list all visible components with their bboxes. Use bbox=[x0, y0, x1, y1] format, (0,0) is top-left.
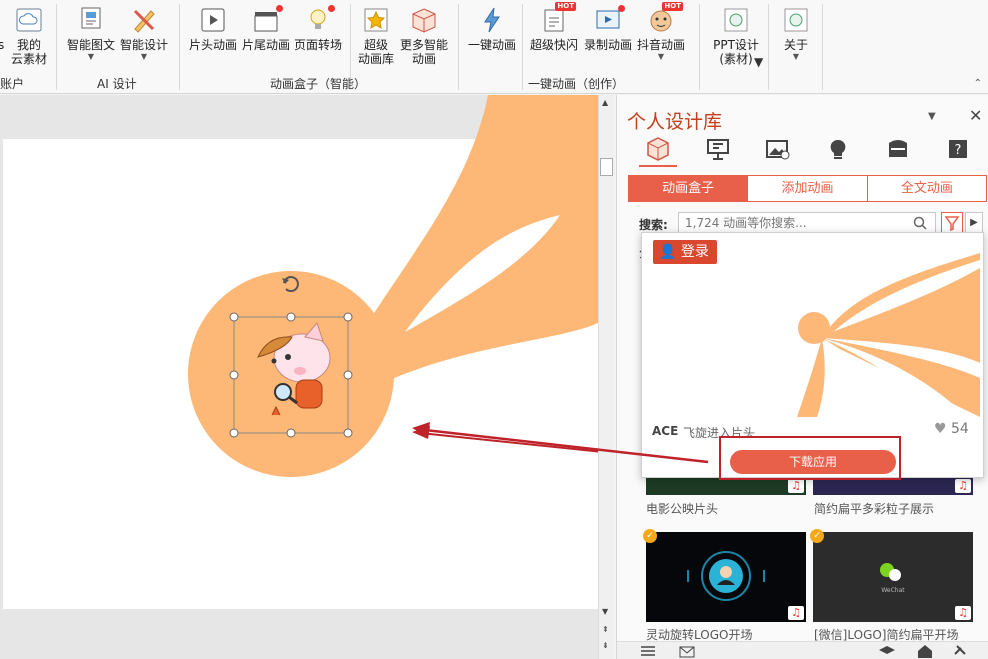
separator bbox=[699, 4, 700, 90]
scroll-up-icon[interactable]: ▲ bbox=[602, 98, 608, 107]
about-button[interactable]: 关于 ▼ bbox=[776, 4, 816, 62]
vertical-scrollbar[interactable]: ▲ ▼ ⇞ ⇟ bbox=[598, 95, 614, 659]
lightning-icon bbox=[478, 6, 506, 34]
separator bbox=[822, 4, 823, 90]
separator bbox=[522, 4, 523, 90]
svg-text:WeChat: WeChat bbox=[881, 587, 905, 594]
smart-design-button[interactable]: 智能设计 ▼ bbox=[118, 4, 170, 62]
panel-tabs: 动画盒子 添加动画 全文动画 bbox=[628, 175, 987, 202]
smart-graphic-button[interactable]: 智能图文 ▼ bbox=[64, 4, 118, 62]
record-animation-button[interactable]: 录制动画 bbox=[582, 4, 634, 52]
idea-tool-icon[interactable] bbox=[825, 137, 851, 161]
cube-icon bbox=[410, 6, 438, 34]
music-icon: ♫ bbox=[955, 606, 971, 620]
super-animation-library-button[interactable]: 超级 动画库 bbox=[356, 4, 396, 66]
vip-badge-icon: ✓ bbox=[810, 529, 824, 543]
tab-full-text-animation[interactable]: 全文动画 bbox=[867, 176, 986, 201]
panel-menu-dropdown[interactable]: ▼ bbox=[928, 111, 936, 122]
page-transition-button[interactable]: 页面转场 bbox=[293, 4, 343, 52]
scroll-down-icon[interactable]: ▼ bbox=[602, 607, 608, 616]
graduation-cap-icon bbox=[879, 646, 895, 654]
user-icon: 👤 bbox=[659, 244, 677, 260]
ai-group-label: AI 设计 bbox=[97, 77, 137, 91]
film-icon bbox=[199, 6, 227, 34]
record-screen-icon bbox=[594, 5, 625, 34]
music-icon: ♫ bbox=[788, 479, 804, 493]
next-arrow-icon[interactable]: ▶ bbox=[965, 212, 983, 234]
clapperboard-icon bbox=[252, 5, 283, 34]
template-thumbnail[interactable]: WeChat ♫ bbox=[813, 532, 973, 622]
ribbon-toolbar: s 我的 云素材 账户 智能图文 ▼ 智能设计 ▼ AI 设计 片头动画 片尾动… bbox=[0, 0, 988, 94]
ppt-design-icon bbox=[722, 6, 750, 34]
author-label: ACE bbox=[652, 424, 679, 438]
panel-bottom-bar bbox=[617, 641, 988, 659]
pin-icon bbox=[954, 645, 966, 655]
cloud-icon bbox=[15, 6, 43, 34]
page-up-icon[interactable]: ⇞ bbox=[602, 625, 609, 634]
account-label: s bbox=[0, 38, 5, 52]
orange-ribbon-shape bbox=[360, 95, 598, 380]
close-icon[interactable]: ✕ bbox=[969, 106, 982, 125]
image-tool-icon[interactable] bbox=[765, 137, 791, 161]
super-flash-button[interactable]: HOT 超级快闪 bbox=[528, 2, 580, 52]
vip-badge-icon: ✓ bbox=[643, 529, 657, 543]
template-thumbnail[interactable]: ♫ bbox=[646, 532, 806, 622]
slide-graphics bbox=[188, 95, 598, 477]
ppt-design-dropdown[interactable]: ▼ bbox=[754, 55, 763, 69]
one-click-group-label: 一键动画（创作） bbox=[528, 77, 625, 91]
smart-graphic-icon bbox=[77, 6, 105, 34]
separator bbox=[56, 4, 57, 90]
home-icon bbox=[918, 645, 932, 658]
presentation-tool-icon[interactable] bbox=[705, 137, 731, 161]
menu-icon bbox=[641, 646, 655, 656]
page-down-icon[interactable]: ⇟ bbox=[602, 641, 609, 650]
animation-box-group-label: 动画盒子（智能） bbox=[270, 77, 367, 91]
mail-icon bbox=[679, 646, 695, 658]
wechat-logo-preview: WeChat bbox=[880, 563, 905, 594]
monkey-icon: HOT bbox=[647, 2, 683, 34]
tab-add-animation[interactable]: 添加动画 bbox=[748, 176, 868, 201]
tab-animation-box[interactable]: 动画盒子 bbox=[629, 176, 749, 201]
outro-animation-button[interactable]: 片尾动画 bbox=[241, 4, 291, 52]
template-caption: 简约扁平多彩粒子展示 bbox=[814, 502, 935, 516]
annotation-arrow bbox=[419, 432, 598, 453]
storage-tool-icon[interactable] bbox=[885, 137, 911, 161]
search-label: 搜索: bbox=[639, 218, 668, 232]
collapse-ribbon-icon[interactable]: ⌃ bbox=[974, 78, 982, 89]
star-icon bbox=[362, 6, 390, 34]
search-icon[interactable] bbox=[913, 216, 927, 230]
search-input[interactable] bbox=[678, 212, 936, 234]
login-button[interactable]: 👤 登录 bbox=[653, 240, 717, 264]
annotation-highlight-box bbox=[719, 436, 901, 480]
separator bbox=[458, 4, 459, 90]
panel-title: 个人设计库 bbox=[627, 111, 723, 133]
more-smart-animation-button[interactable]: 更多智能 动画 bbox=[398, 4, 450, 66]
logo-spin-preview bbox=[687, 551, 765, 601]
animation-box-tool-icon[interactable] bbox=[639, 137, 677, 167]
heart-icon: ♥ bbox=[934, 421, 947, 437]
slide-canvas bbox=[0, 95, 598, 659]
music-icon: ♫ bbox=[788, 606, 804, 620]
filter-button[interactable] bbox=[941, 212, 963, 234]
flash-doc-icon: HOT bbox=[540, 2, 576, 34]
account-group-label: 账户 bbox=[0, 77, 25, 91]
douyin-animation-button[interactable]: HOT 抖音动画 ▼ bbox=[634, 2, 688, 62]
filter-icon bbox=[944, 216, 960, 232]
lightbulb-slide-icon bbox=[304, 5, 335, 34]
account-button[interactable]: s bbox=[0, 4, 4, 52]
separator bbox=[179, 4, 180, 90]
intro-animation-button[interactable]: 片头动画 bbox=[188, 4, 238, 52]
help-tool-icon[interactable]: ? bbox=[945, 137, 971, 161]
likes-count[interactable]: ♥ 54 bbox=[934, 421, 969, 437]
svg-text:?: ? bbox=[955, 143, 962, 158]
separator bbox=[768, 4, 769, 90]
pencil-ruler-icon bbox=[130, 6, 158, 34]
scroll-thumb[interactable] bbox=[600, 158, 613, 176]
about-icon bbox=[782, 6, 810, 34]
one-click-animation-button[interactable]: 一键动画 bbox=[466, 4, 518, 52]
animation-preview-image[interactable] bbox=[647, 238, 980, 417]
template-caption: 电影公映片头 bbox=[646, 502, 719, 516]
my-materials-button[interactable]: 我的 云素材 bbox=[8, 4, 50, 66]
music-icon: ♫ bbox=[955, 479, 971, 493]
